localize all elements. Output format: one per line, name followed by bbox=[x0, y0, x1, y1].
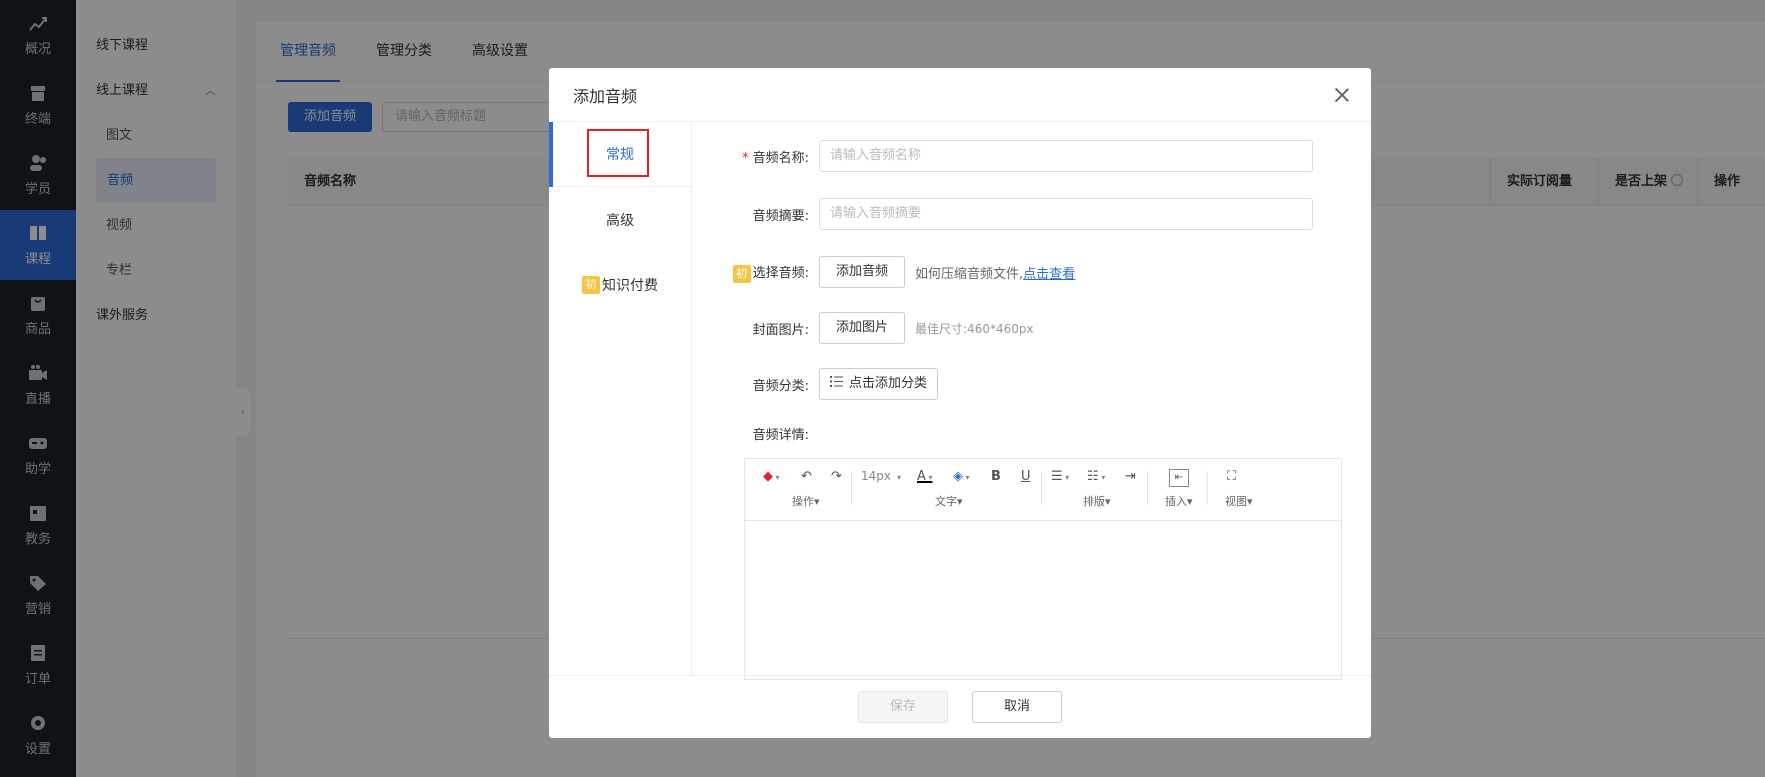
form-row-category: 音频分类: 点击添加分类 bbox=[692, 368, 1371, 400]
font-size-select[interactable]: 14px bbox=[861, 469, 891, 483]
category-label: 音频分类: bbox=[752, 378, 809, 394]
summary-label: 音频摘要: bbox=[752, 208, 809, 224]
save-button[interactable]: 保存 bbox=[858, 691, 948, 723]
side-tab-label: 高级 bbox=[606, 212, 634, 229]
add-image-button[interactable]: 添加图片 bbox=[819, 312, 906, 344]
align-icon[interactable]: ☰ ▾ bbox=[1051, 469, 1069, 484]
cancel-button[interactable]: 取消 bbox=[972, 691, 1062, 723]
toolbar-separator bbox=[851, 471, 852, 505]
insert-group-label[interactable]: 插入▾ bbox=[1165, 493, 1193, 509]
modal-footer: 保存 取消 bbox=[549, 675, 1371, 738]
required-mark: * bbox=[742, 150, 749, 166]
audio-form: * 音频名称: 请输入音频名称 音频摘要: 请输入音频摘要 初选择音频: 添加音频… bbox=[692, 122, 1371, 680]
form-row-cover: 封面图片: 添加图片 最佳尺寸:460*460px bbox=[692, 312, 1371, 344]
form-row-name: * 音频名称: 请输入音频名称 bbox=[692, 140, 1371, 172]
toolbar-separator bbox=[1147, 471, 1148, 505]
underline-icon[interactable]: U bbox=[1021, 469, 1031, 484]
view-compress-link[interactable]: 点击查看 bbox=[1023, 267, 1075, 282]
operate-group-label[interactable]: 操作▾ bbox=[792, 493, 820, 509]
text-group-label[interactable]: 文字▾ bbox=[935, 493, 963, 509]
side-tab-general[interactable]: 常规 bbox=[549, 122, 691, 187]
redo-icon[interactable]: ↷ bbox=[831, 469, 842, 484]
font-color-icon[interactable]: A ▾ bbox=[917, 469, 932, 484]
add-category-label: 点击添加分类 bbox=[849, 376, 928, 391]
side-tab-label: 知识付费 bbox=[602, 277, 658, 294]
close-icon[interactable] bbox=[1333, 86, 1351, 104]
toolbar-separator bbox=[1041, 471, 1042, 505]
bold-icon[interactable]: B bbox=[991, 469, 1001, 484]
add-audio-file-button[interactable]: 添加音频 bbox=[819, 256, 906, 288]
highlight-box bbox=[587, 129, 649, 177]
beginner-badge: 初 bbox=[582, 275, 600, 294]
rich-text-editor: ◆ ▾ ↶ ↷ 操作▾ 14px ▾ A ▾ ◈ ▾ B U 文字▾ ☰ ▾ ☷… bbox=[744, 458, 1342, 680]
eraser-icon[interactable]: ◆ ▾ bbox=[763, 469, 780, 484]
side-tab-paid-knowledge[interactable]: 初 知识付费 bbox=[549, 252, 691, 317]
form-row-detail: 音频详情: bbox=[692, 424, 1371, 443]
cover-size-hint: 最佳尺寸:460*460px bbox=[915, 321, 1034, 336]
highlight-color-icon[interactable]: ◈ ▾ bbox=[953, 469, 970, 484]
name-label-text: 音频名称: bbox=[752, 150, 809, 166]
beginner-badge: 初 bbox=[732, 264, 751, 283]
detail-label: 音频详情: bbox=[752, 428, 809, 443]
modal-title: 添加音频 bbox=[573, 86, 638, 106]
toolbar-separator bbox=[1207, 471, 1208, 505]
add-audio-modal: 添加音频 常规 高级 初 知识付费 *音频名称: 请输入音频名称 音频摘要: bbox=[549, 68, 1371, 738]
undo-icon[interactable]: ↶ bbox=[801, 469, 812, 484]
indent-icon[interactable]: ⇥ bbox=[1125, 469, 1136, 484]
list-icon bbox=[830, 369, 843, 399]
add-category-button[interactable]: 点击添加分类 bbox=[819, 368, 939, 400]
cover-label: 封面图片: bbox=[752, 322, 809, 338]
modal-side-tabs: 常规 高级 初 知识付费 bbox=[549, 122, 692, 675]
audio-summary-input[interactable]: 请输入音频摘要 bbox=[819, 198, 1313, 230]
audio-name-input[interactable]: 请输入音频名称 bbox=[819, 140, 1313, 172]
fullscreen-icon[interactable]: ⛶ bbox=[1227, 469, 1236, 484]
modal-body: 常规 高级 初 知识付费 * 音频名称: 请输入音频名称 音频摘要: 请输入音频摘… bbox=[549, 122, 1371, 680]
layout-group-label[interactable]: 排版▾ bbox=[1083, 493, 1111, 509]
view-group-label[interactable]: 视图▾ bbox=[1225, 493, 1253, 509]
compress-hint: 如何压缩音频文件,点击查看 bbox=[915, 263, 1075, 282]
audio-file-label: 初选择音频: bbox=[692, 262, 819, 283]
form-row-summary: 音频摘要: 请输入音频摘要 bbox=[692, 198, 1371, 230]
side-tab-advanced[interactable]: 高级 bbox=[549, 187, 691, 252]
editor-content-area[interactable] bbox=[745, 521, 1341, 679]
modal-header: 添加音频 bbox=[549, 68, 1371, 122]
name-label: * 音频名称: bbox=[692, 147, 819, 166]
form-row-audio-file: 初选择音频: 添加音频 如何压缩音频文件,点击查看 bbox=[692, 256, 1371, 288]
list-format-icon[interactable]: ☷ ▾ bbox=[1087, 469, 1105, 484]
chevron-down-icon[interactable]: ▾ bbox=[897, 473, 901, 482]
insert-icon[interactable]: ⇤ bbox=[1169, 469, 1189, 487]
editor-toolbar: ◆ ▾ ↶ ↷ 操作▾ 14px ▾ A ▾ ◈ ▾ B U 文字▾ ☰ ▾ ☷… bbox=[745, 459, 1341, 521]
audio-file-label-text: 选择音频: bbox=[752, 265, 809, 281]
compress-hint-text: 如何压缩音频文件, bbox=[915, 266, 1024, 282]
